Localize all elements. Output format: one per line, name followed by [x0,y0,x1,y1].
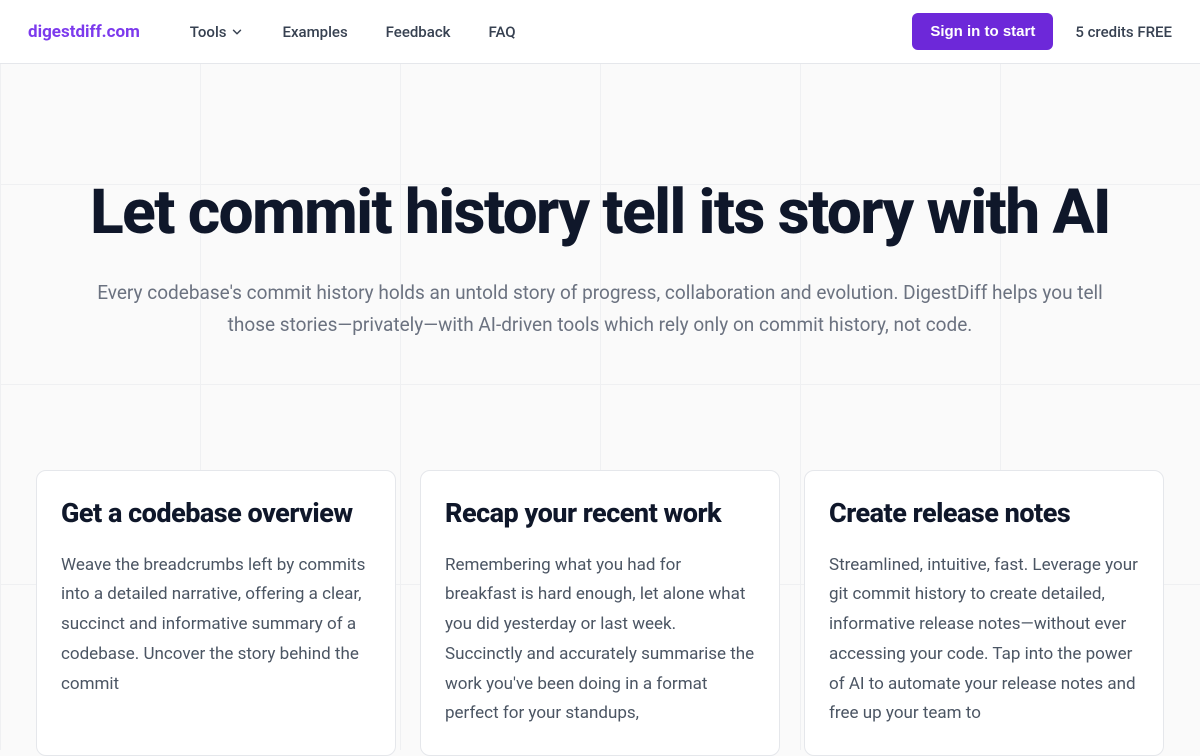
credits-badge[interactable]: 5 credits FREE [1075,23,1172,41]
features-section: Get a codebase overview Weave the breadc… [0,340,1200,756]
main-header: digestdiff.com Tools Examples Feedback F… [0,0,1200,64]
feature-text: Streamlined, intuitive, fast. Leverage y… [829,551,1139,730]
nav-faq[interactable]: FAQ [488,23,515,41]
logo[interactable]: digestdiff.com [28,22,140,42]
hero-title: Let commit history tell its story with A… [60,179,1140,247]
nav-feedback[interactable]: Feedback [386,23,451,41]
feature-card-release-notes: Create release notes Streamlined, intuit… [804,470,1164,756]
feature-title: Create release notes [829,497,1139,531]
feature-text: Remembering what you had for breakfast i… [445,551,755,730]
chevron-down-icon [230,25,244,39]
feature-text: Weave the breadcrumbs left by commits in… [61,551,371,700]
hero-section: Let commit history tell its story with A… [0,64,1200,340]
feature-card-overview: Get a codebase overview Weave the breadc… [36,470,396,756]
feature-title: Recap your recent work [445,497,755,531]
main-nav: Tools Examples Feedback FAQ [190,23,913,41]
hero-subtitle: Every codebase's commit history holds an… [90,277,1110,340]
nav-examples[interactable]: Examples [282,23,347,41]
nav-tools-label: Tools [190,23,227,41]
signin-button[interactable]: Sign in to start [912,13,1053,50]
feature-card-recap: Recap your recent work Remembering what … [420,470,780,756]
header-actions: Sign in to start 5 credits FREE [912,13,1172,50]
feature-title: Get a codebase overview [61,497,371,531]
nav-tools[interactable]: Tools [190,23,245,41]
